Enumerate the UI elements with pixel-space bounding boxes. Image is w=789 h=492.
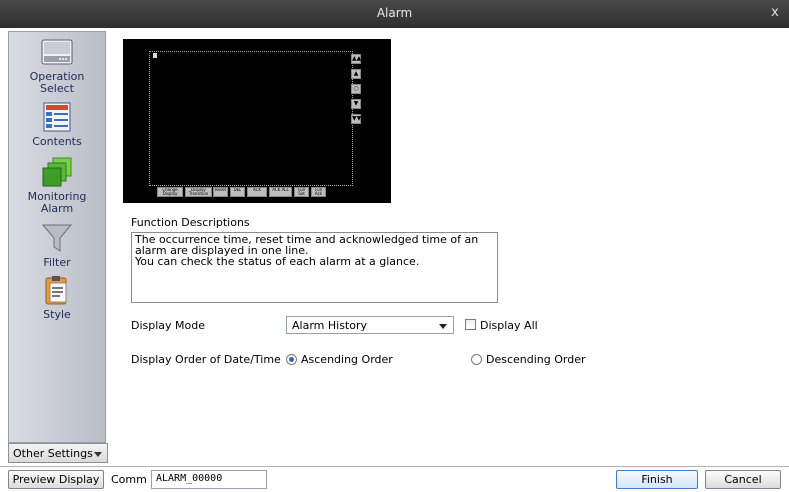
alarm-preview: ▲▲ ▲ ○ ▼ ▼▼ Change Display Display Trans… — [123, 39, 391, 203]
sidebar-item-style[interactable]: Style — [9, 274, 105, 321]
sidebar-item-label: Monitoring Alarm — [27, 190, 87, 215]
chevron-down-icon — [94, 452, 102, 457]
clipboard-icon — [41, 274, 73, 306]
preview-button-ack: ACK — [247, 187, 267, 197]
scroll-bottom-button: ▼▼ — [351, 114, 362, 124]
display-order-label: Display Order of Date/Time — [131, 353, 281, 366]
preview-button-full-set: Full Set — [294, 187, 309, 197]
display-mode-value: Alarm History — [292, 319, 367, 332]
preview-button-reset: Reset — [213, 187, 228, 197]
preview-button-del: DEL — [230, 187, 245, 197]
ascending-order-radio[interactable] — [286, 354, 297, 365]
descending-order-label: Descending Order — [486, 353, 586, 366]
sidebar: Operation Select Contents Monitoring Ala… — [8, 31, 106, 443]
chevron-down-icon — [439, 324, 447, 329]
scroll-top-button: ▲▲ — [351, 54, 362, 64]
ascending-order-label: Ascending Order — [301, 353, 393, 366]
other-settings-label: Other Settings — [13, 447, 93, 460]
sidebar-item-contents[interactable]: Contents — [9, 101, 105, 148]
document-icon — [41, 101, 73, 133]
scroll-center-button: ○ — [351, 84, 361, 94]
title-bar: Alarm x — [0, 0, 789, 28]
function-description-box: The occurrence time, reset time and ackn… — [131, 232, 498, 303]
sidebar-item-label: Style — [43, 308, 71, 321]
preview-button-full-ack: Full Ack — [311, 187, 326, 197]
close-icon[interactable]: x — [767, 5, 783, 21]
stacked-squares-icon — [41, 156, 73, 188]
function-description-text: The occurrence time, reset time and ackn… — [135, 233, 479, 268]
funnel-icon — [41, 222, 73, 254]
cancel-button[interactable]: Cancel — [705, 470, 781, 489]
preview-display-button[interactable]: Preview Display — [8, 470, 104, 489]
sidebar-item-monitoring-alarm[interactable]: Monitoring Alarm — [9, 156, 105, 215]
window-title: Alarm — [376, 6, 413, 20]
finish-button[interactable]: Finish — [616, 470, 698, 489]
display-mode-label: Display Mode — [131, 319, 206, 332]
comm-label: Comm — [111, 473, 147, 486]
footer-divider — [0, 466, 789, 467]
descending-order-radio[interactable] — [471, 354, 482, 365]
display-all-label: Display All — [480, 319, 538, 332]
drive-icon — [41, 36, 73, 68]
function-descriptions-label: Function Descriptions — [131, 216, 250, 229]
comm-field[interactable]: ALARM_00000 — [151, 470, 267, 489]
scroll-down-button: ▼ — [351, 99, 361, 109]
sidebar-item-label: Filter — [43, 256, 71, 269]
other-settings-dropdown[interactable]: Other Settings — [8, 443, 108, 463]
sidebar-item-operation-select[interactable]: Operation Select — [9, 36, 105, 95]
cursor-marker — [153, 53, 157, 58]
preview-display-area — [149, 51, 353, 186]
sidebar-item-filter[interactable]: Filter — [9, 222, 105, 269]
sidebar-item-label: Operation Select — [29, 70, 85, 95]
preview-button-change-display: Change Display — [157, 187, 183, 197]
display-mode-select[interactable]: Alarm History — [286, 316, 454, 334]
sidebar-item-label: Contents — [32, 135, 82, 148]
preview-button-ack-all: ACK ALL — [269, 187, 292, 197]
scroll-up-button: ▲ — [351, 69, 361, 79]
preview-button-display-transition: Display Transition — [185, 187, 212, 197]
display-all-checkbox[interactable] — [465, 319, 476, 330]
